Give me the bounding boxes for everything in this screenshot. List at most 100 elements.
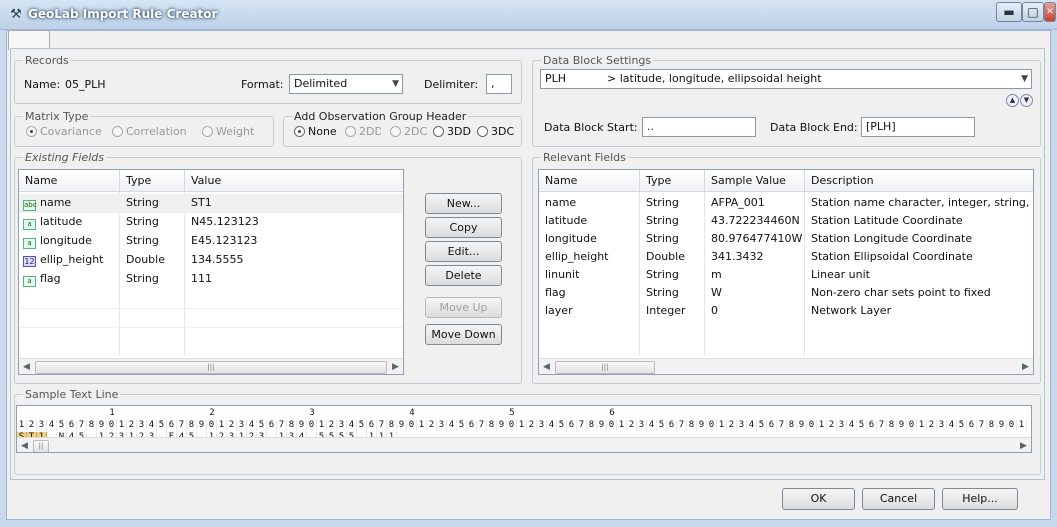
ruler-unit-cell: 9 — [97, 420, 107, 431]
radio-dot-icon — [26, 126, 37, 137]
ruler-unit-cell: 4 — [547, 420, 557, 431]
table-row[interactable]: longitude String 80.976477410W Station L… — [539, 230, 1033, 248]
column-header-name[interactable]: Name — [539, 170, 640, 192]
table-row[interactable]: latitude String 43.722234460N Station La… — [539, 212, 1033, 230]
move-up-button[interactable]: Move Up — [425, 297, 502, 318]
existing-fields-table[interactable]: Name Type Value abc name String ST1 a lati… — [18, 169, 404, 375]
data-block-end-input[interactable]: [PLH] — [861, 117, 975, 137]
column-header-sample-value[interactable]: Sample Value — [705, 170, 805, 192]
table-row[interactable]: layer Integer 0 Network Layer — [539, 302, 1033, 320]
radio-3dd[interactable]: 3DD — [433, 125, 471, 138]
scroll-left-icon[interactable]: ◀ — [539, 360, 554, 374]
horizontal-scrollbar[interactable]: ◀ || ▶ — [17, 437, 1031, 452]
column-header-type[interactable]: Type — [640, 170, 705, 192]
horizontal-scrollbar[interactable]: ◀ ||| ▶ — [539, 358, 1033, 374]
radio-2dd[interactable]: 2DD — [345, 125, 381, 138]
relevant-fields-table[interactable]: Name Type Sample Value Description name … — [538, 169, 1034, 375]
scroll-thumb[interactable]: ||| — [35, 361, 387, 374]
ruler-unit-cell: 1 — [117, 420, 127, 431]
scroll-right-icon[interactable]: ▶ — [1018, 360, 1033, 374]
new-field-button[interactable]: New... — [425, 193, 502, 214]
ruler-unit-cell: 5 — [657, 420, 667, 431]
radio-correlation[interactable]: Correlation — [112, 125, 187, 138]
row-divider — [19, 327, 403, 328]
ruler-unit-cell: 7 — [977, 420, 987, 431]
chevron-down-icon: ▼ — [392, 79, 399, 89]
ok-button[interactable]: OK — [782, 488, 855, 510]
scroll-right-icon[interactable]: ▶ — [1016, 439, 1031, 452]
delimiter-input[interactable]: , — [486, 74, 512, 94]
ruler-unit-cell: 2 — [527, 420, 537, 431]
sample-text-ruler[interactable]: 123456 123456789012345678901234567890123… — [16, 405, 1032, 453]
data-block-start-input[interactable]: .. — [642, 117, 756, 137]
ruler-unit-cell: 9 — [597, 420, 607, 431]
radio-none[interactable]: None — [294, 125, 337, 138]
table-row[interactable]: ellip_height Double 341.3432 Station Ell… — [539, 248, 1033, 266]
radio-weight[interactable]: Weight — [202, 125, 254, 138]
ruler-unit-cell: 1 — [317, 420, 327, 431]
scroll-left-icon[interactable]: ◀ — [19, 360, 34, 374]
ruler-unit-cell: 1 — [817, 420, 827, 431]
table-row[interactable]: a flag String 111 — [19, 270, 403, 289]
move-block-up-icon[interactable]: ▲ — [1006, 94, 1019, 107]
radio-dot-icon — [433, 126, 444, 137]
close-button[interactable]: ✕ — [1044, 2, 1056, 22]
table-row[interactable]: 12 ellip_height Double 134.5555 — [19, 251, 403, 270]
radio-covariance[interactable]: Covariance — [26, 125, 102, 138]
ruler-unit-cell: 9 — [197, 420, 207, 431]
data-block-code: PLH — [545, 72, 567, 85]
ruler-unit-cell: 1 — [717, 420, 727, 431]
radio-3dc[interactable]: 3DC — [477, 125, 517, 138]
help-button[interactable]: Help... — [942, 488, 1018, 510]
copy-field-button[interactable]: Copy — [425, 217, 502, 238]
move-block-down-icon[interactable]: ▼ — [1020, 94, 1033, 107]
table-row[interactable]: abc name String ST1 — [19, 194, 403, 213]
minimize-button[interactable]: ▬ — [996, 2, 1022, 22]
scroll-thumb[interactable]: ||| — [555, 361, 655, 374]
ruler-unit-cell: 4 — [347, 420, 357, 431]
table-row[interactable]: a longitude String E45.123123 — [19, 232, 403, 251]
data-block-description: > latitude, longitude, ellipsoidal heigh… — [607, 72, 822, 85]
table-row[interactable]: flag String W Non-zero char sets point t… — [539, 284, 1033, 302]
ruler-unit-cell: 0 — [807, 420, 817, 431]
column-header-value[interactable]: Value — [185, 170, 403, 192]
table-row[interactable]: name String AFPA_001 Station name charac… — [539, 194, 1033, 212]
ruler-unit-cell: 6 — [167, 420, 177, 431]
ruler-unit-cell: 7 — [877, 420, 887, 431]
records-legend: Records — [25, 54, 69, 67]
ruler-unit-cell: 4 — [647, 420, 657, 431]
ruler-unit-cell: 0 — [1007, 420, 1017, 431]
scroll-right-icon[interactable]: ▶ — [388, 360, 403, 374]
ruler-unit-cell: 5 — [357, 420, 367, 431]
cancel-button[interactable]: Cancel — [862, 488, 935, 510]
ruler-unit-cell: 3 — [237, 420, 247, 431]
ruler-unit-cell: 5 — [457, 420, 467, 431]
tab-main[interactable] — [8, 30, 50, 50]
data-block-select[interactable]: PLH > latitude, longitude, ellipsoidal h… — [540, 69, 1032, 89]
table-row[interactable]: linunit String m Linear unit — [539, 266, 1033, 284]
ruler-unit-cell: 3 — [537, 420, 547, 431]
maximize-button[interactable]: □ — [1022, 2, 1044, 22]
ruler-unit-cell: 0 — [107, 420, 117, 431]
scroll-left-icon[interactable]: ◀ — [17, 439, 32, 452]
column-header-name[interactable]: Name — [19, 170, 120, 192]
obs-group-legend: Add Observation Group Header — [294, 110, 467, 123]
move-down-button[interactable]: Move Down — [425, 324, 502, 345]
data-block-end-label: Data Block End: — [770, 121, 858, 134]
edit-field-button[interactable]: Edit... — [425, 241, 502, 262]
scroll-thumb[interactable]: || — [33, 440, 49, 452]
horizontal-scrollbar[interactable]: ◀ ||| ▶ — [19, 358, 403, 374]
relevant-fields-legend: Relevant Fields — [543, 151, 626, 164]
column-header-description[interactable]: Description — [805, 170, 1033, 192]
table-row[interactable]: a latitude String N45.123123 — [19, 213, 403, 232]
ruler-unit-cell: 6 — [267, 420, 277, 431]
ruler-unit-cell: 6 — [467, 420, 477, 431]
radio-2dc[interactable]: 2DC — [390, 125, 427, 138]
record-name-value: 05_PLH — [65, 78, 106, 91]
ruler-unit-cell: 2 — [427, 420, 437, 431]
format-select[interactable]: Delimited ▼ — [289, 74, 403, 94]
delete-field-button[interactable]: Delete — [425, 265, 502, 286]
ruler-unit-cell: 5 — [857, 420, 867, 431]
column-header-type[interactable]: Type — [120, 170, 185, 192]
ruler-unit-cell: 6 — [67, 420, 77, 431]
